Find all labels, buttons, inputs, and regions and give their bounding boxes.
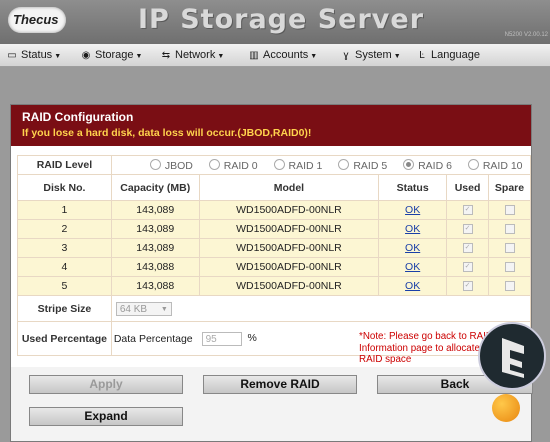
chevron-down-icon: ▼ [160,305,168,313]
raid-option-raid1[interactable]: RAID 1 [273,158,322,172]
button-bar: Apply Remove RAID Back Expand [11,367,533,441]
menu-language[interactable]: Ŀ Language [416,49,480,63]
radio-icon [273,158,285,170]
watermark-logo [478,322,546,390]
table-row: 3 143,089 WD1500ADFD-00NLR OK ✓ [17,238,531,258]
table-row: 1 143,089 WD1500ADFD-00NLR OK ✓ [17,200,531,220]
table-row: 2 143,089 WD1500ADFD-00NLR OK ✓ [17,219,531,239]
hdd-icon: ▭ [7,50,17,61]
table-row: 5 143,088 WD1500ADFD-00NLR OK ✓ [17,276,531,296]
col-model: Model [198,174,380,201]
remove-raid-button[interactable]: Remove RAID [203,375,357,394]
radio-icon [149,158,161,170]
wrench-icon: ɣ [343,50,349,61]
stripe-size-label: Stripe Size [17,295,112,322]
radio-icon [338,158,350,170]
menu-status[interactable]: ▭ Status ▼ [6,49,61,63]
app-header: Thecus IP Storage Server N5200 V2.00.12 [0,0,550,44]
chevron-down-icon: ▼ [217,53,225,60]
raid-level-options: JBOD RAID 0 RAID 1 RAID 5 RAID 6 RAID 10 [110,155,532,175]
disc-icon: ◉ [81,50,91,61]
spare-checkbox[interactable] [504,224,515,235]
radio-icon [208,158,220,170]
chevron-down-icon: ▼ [393,53,401,60]
stripe-size-select[interactable]: 64 KB ▼ [115,301,172,316]
raid-option-raid6[interactable]: RAID 6 [403,158,452,172]
watermark-orange-dot [492,394,520,422]
raid-option-jbod[interactable]: JBOD [149,158,193,172]
panel-header: RAID Configuration If you lose a hard di… [11,105,531,146]
data-percentage-label: Data Percentage [113,332,193,345]
menu-network[interactable]: ⇆ Network ▼ [160,49,224,63]
language-icon: Ŀ [419,50,425,61]
used-checkbox: ✓ [462,205,473,216]
col-used: Used [446,174,489,201]
expand-button[interactable]: Expand [29,407,183,426]
watermark-glyph [502,338,524,378]
chevron-down-icon: ▼ [135,53,143,60]
used-percentage-label: Used Percentage [17,321,112,356]
app-title: IP Storage Server [138,4,425,35]
chevron-down-icon: ▼ [54,53,62,60]
raid-level-label: RAID Level [17,155,112,175]
col-capacity: Capacity (MB) [110,174,200,201]
col-spare: Spare [488,174,531,201]
spare-checkbox[interactable] [504,281,515,292]
network-icon: ⇆ [161,50,171,61]
raid-config-panel: RAID Configuration If you lose a hard di… [10,104,533,442]
raid-option-raid0[interactable]: RAID 0 [208,158,258,172]
used-checkbox: ✓ [462,224,473,235]
menu-storage[interactable]: ◉ Storage ▼ [80,49,143,63]
status-ok-link[interactable]: OK [405,261,420,273]
raid-option-raid5[interactable]: RAID 5 [338,158,387,172]
status-ok-link[interactable]: OK [405,223,420,235]
spare-checkbox[interactable] [504,205,515,216]
chevron-down-icon: ▼ [310,53,318,60]
spare-checkbox[interactable] [504,262,515,273]
menu-accounts[interactable]: ▥ Accounts ▼ [248,49,317,63]
status-ok-link[interactable]: OK [405,204,420,216]
used-checkbox: ✓ [462,243,473,254]
status-ok-link[interactable]: OK [405,242,420,254]
warning-text: If you lose a hard disk, data loss will … [22,127,312,139]
raid-option-raid10[interactable]: RAID 10 [467,158,523,172]
used-checkbox: ✓ [462,281,473,292]
panel-title: RAID Configuration [22,110,134,124]
version-label: N5200 V2.00.12 [504,32,548,38]
radio-selected-icon [403,158,415,170]
col-status: Status [378,174,448,201]
percent-unit: % [247,332,257,345]
data-percentage-input[interactable]: 95 [201,331,242,346]
table-row: 4 143,088 WD1500ADFD-00NLR OK ✓ [17,257,531,277]
menu-system[interactable]: ɣ System ▼ [340,49,401,63]
used-checkbox: ✓ [462,262,473,273]
status-ok-link[interactable]: OK [405,280,420,292]
thecus-logo: Thecus [8,7,66,33]
spare-checkbox[interactable] [504,243,515,254]
accounts-icon: ▥ [249,50,259,61]
raid-table: RAID Level JBOD RAID 0 RAID 1 RAID 5 RAI… [17,155,532,356]
apply-button[interactable]: Apply [29,375,183,394]
col-disk: Disk No. [17,174,112,201]
menu-bar: ▭ Status ▼ ◉ Storage ▼ ⇆ Network ▼ ▥ Accounts ▼ … [0,44,550,67]
radio-icon [467,158,479,170]
